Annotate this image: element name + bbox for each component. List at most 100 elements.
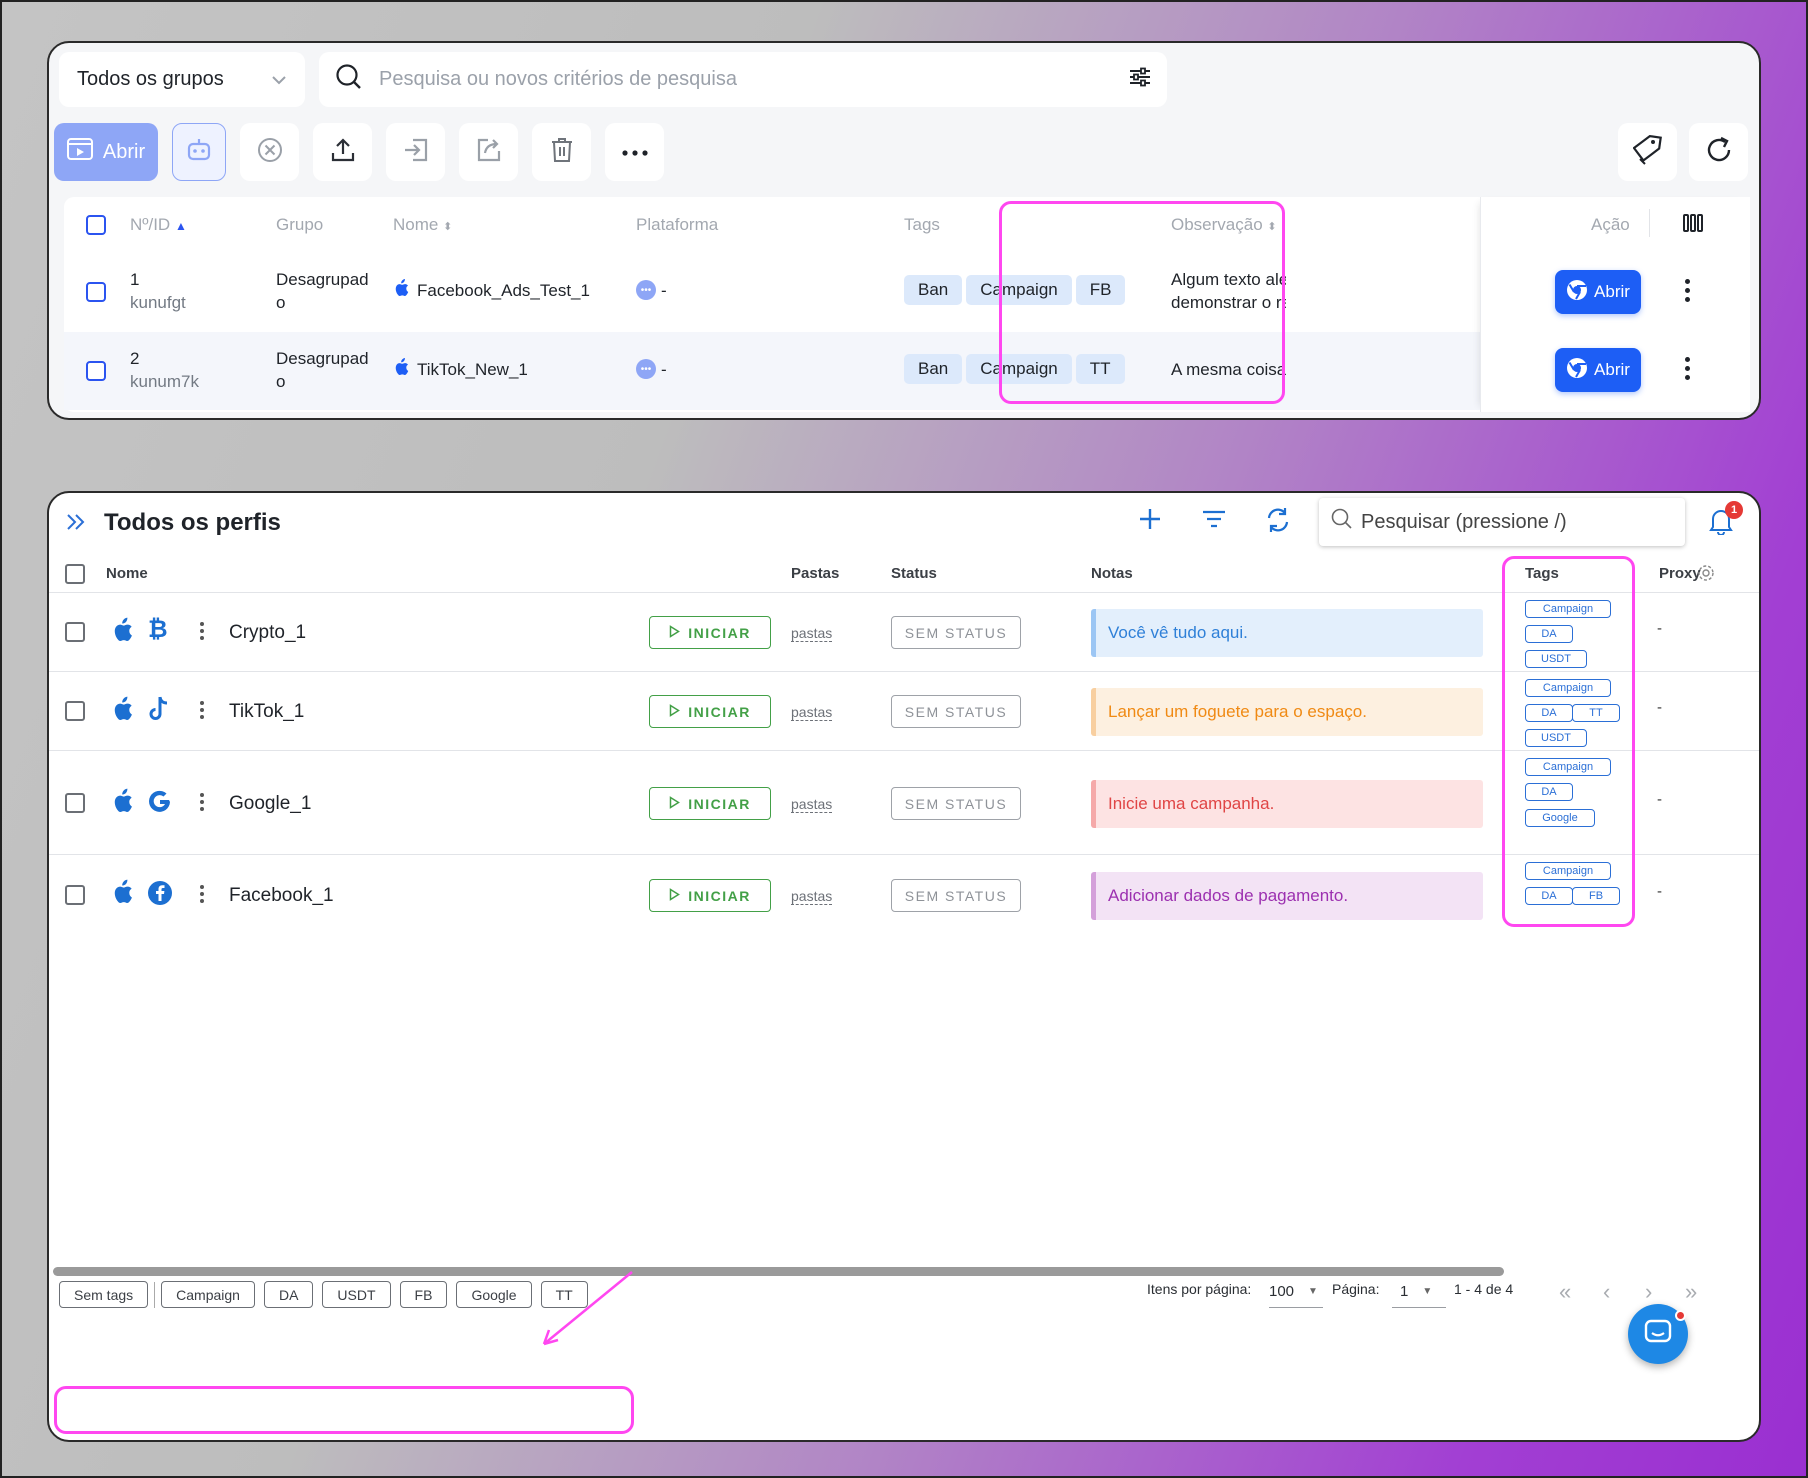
caret-down-icon: ▼	[1422, 1286, 1433, 1297]
folders-link[interactable]: pastas	[791, 888, 833, 905]
search-bar[interactable]: Pesquisa ou novos critérios de pesquisa	[319, 52, 1167, 107]
note[interactable]: Inicie uma campanha.	[1091, 780, 1483, 828]
folders-link[interactable]: pastas	[791, 796, 833, 813]
facebook-icon	[147, 880, 173, 912]
group-select[interactable]: Todos os grupos	[59, 52, 305, 107]
profiles-table-header: Nome Pastas Status Notas Tags Proxy	[49, 557, 1759, 593]
col-observation[interactable]: Observação ⬍	[1171, 215, 1277, 235]
row-checkbox[interactable]	[65, 885, 85, 905]
tag-filter[interactable]: Google	[456, 1281, 532, 1308]
tag-filter[interactable]: FB	[399, 1281, 448, 1308]
note[interactable]: Lançar um foguete para o espaço.	[1091, 688, 1483, 736]
row-open-button[interactable]: Abrir	[1555, 348, 1641, 392]
more-actions-button[interactable]	[605, 123, 664, 181]
upload-button[interactable]	[313, 123, 372, 181]
browser-window-icon	[66, 138, 93, 166]
proxy-settings-icon[interactable]	[1697, 564, 1715, 586]
table-row[interactable]: Google_1 INICIAR pastas SEM STATUS Inici…	[49, 752, 1759, 855]
col-tags: Tags	[1525, 565, 1559, 582]
col-id[interactable]: Nº/ID ▲	[130, 215, 187, 235]
row-menu-icon[interactable]	[1684, 279, 1690, 302]
start-button[interactable]: INICIAR	[649, 695, 771, 728]
tag: FB	[1075, 275, 1126, 305]
move-to-group-button[interactable]	[386, 123, 445, 181]
last-page-icon[interactable]: »	[1685, 1279, 1697, 1305]
table-row[interactable]: ₿ Crypto_1 INICIAR pastas SEM STATUS Voc…	[49, 594, 1759, 672]
select-all-checkbox[interactable]	[65, 564, 85, 584]
folders-link[interactable]: pastas	[791, 625, 833, 642]
tag: Campaign	[966, 275, 1072, 305]
apple-icon	[393, 279, 409, 302]
proxy-value: -	[1657, 883, 1662, 900]
filter-sliders-icon[interactable]	[1129, 67, 1151, 93]
col-status: Status	[891, 565, 937, 582]
status-button[interactable]: SEM STATUS	[891, 879, 1021, 912]
tag-filter[interactable]: USDT	[322, 1281, 391, 1308]
row-menu-icon[interactable]	[200, 622, 204, 640]
sync-icon[interactable]	[1265, 507, 1291, 538]
profile-search[interactable]: Pesquisar (pressione /)	[1319, 498, 1685, 546]
status-button[interactable]: SEM STATUS	[891, 695, 1021, 728]
items-per-page-select[interactable]: 100 ▼	[1269, 1276, 1323, 1308]
tags-button[interactable]	[1618, 123, 1677, 181]
profile-search-input[interactable]: Pesquisar (pressione /)	[1361, 511, 1567, 534]
row-id: kunufgt	[130, 293, 186, 312]
select-all-checkbox[interactable]	[86, 215, 106, 235]
apple-icon	[111, 617, 133, 649]
row-platform: -	[661, 281, 667, 300]
row-obs-line2: demonstrar o recu	[1171, 293, 1286, 312]
share-button[interactable]	[459, 123, 518, 181]
search-input[interactable]: Pesquisa ou novos critérios de pesquisa	[379, 68, 1113, 91]
start-button[interactable]: INICIAR	[649, 787, 771, 820]
first-page-icon[interactable]: «	[1559, 1279, 1571, 1305]
row-checkbox[interactable]	[65, 701, 85, 721]
start-button[interactable]: INICIAR	[649, 616, 771, 649]
open-button[interactable]: Abrir	[54, 123, 158, 181]
row-checkbox[interactable]	[86, 282, 106, 302]
column-divider	[1649, 209, 1650, 237]
status-button[interactable]: SEM STATUS	[891, 787, 1021, 820]
tag: Ban	[904, 275, 963, 305]
tag-filter-none[interactable]: Sem tags	[59, 1281, 149, 1308]
tag-filter[interactable]: DA	[263, 1281, 314, 1308]
play-icon	[669, 703, 681, 720]
close-browser-button[interactable]	[240, 123, 299, 181]
horizontal-scrollbar[interactable]	[53, 1267, 1504, 1276]
chrome-icon	[1566, 279, 1588, 306]
note[interactable]: Adicionar dados de pagamento.	[1091, 872, 1483, 920]
next-page-icon[interactable]: ›	[1645, 1279, 1652, 1305]
row-menu-icon[interactable]	[200, 885, 204, 903]
tag: TT	[1572, 704, 1620, 722]
row-menu-icon[interactable]	[200, 793, 204, 811]
profile-name: Crypto_1	[229, 622, 307, 643]
apple-icon	[111, 788, 133, 820]
page-select[interactable]: 1 ▼	[1392, 1276, 1446, 1308]
delete-button[interactable]	[532, 123, 591, 181]
row-checkbox[interactable]	[65, 793, 85, 813]
row-menu-icon[interactable]	[1684, 357, 1690, 380]
page-range: 1 - 4 de 4	[1454, 1281, 1514, 1297]
prev-page-icon[interactable]: ‹	[1603, 1279, 1610, 1305]
note[interactable]: Você vê tudo aqui.	[1091, 609, 1483, 657]
chat-icon	[1644, 1319, 1672, 1350]
row-tags: Ban Campaign TT	[904, 354, 1129, 384]
row-checkbox[interactable]	[65, 622, 85, 642]
automation-button[interactable]	[172, 123, 226, 181]
add-icon[interactable]	[1138, 507, 1162, 536]
columns-icon[interactable]	[1683, 214, 1703, 237]
filter-icon[interactable]	[1202, 507, 1226, 536]
col-name[interactable]: Nome ⬍	[393, 215, 452, 235]
refresh-button[interactable]	[1689, 123, 1748, 181]
status-button[interactable]: SEM STATUS	[891, 616, 1021, 649]
table-row[interactable]: TikTok_1 INICIAR pastas SEM STATUS Lança…	[49, 673, 1759, 751]
expand-sidebar-icon[interactable]	[65, 511, 87, 539]
start-button[interactable]: INICIAR	[649, 879, 771, 912]
table-row[interactable]: Facebook_1 INICIAR pastas SEM STATUS Adi…	[49, 856, 1759, 934]
notification-badge: 1	[1725, 501, 1743, 519]
tag: Campaign	[966, 354, 1072, 384]
row-checkbox[interactable]	[86, 361, 106, 381]
folders-link[interactable]: pastas	[791, 704, 833, 721]
tag-filter[interactable]: Campaign	[161, 1281, 255, 1308]
row-menu-icon[interactable]	[200, 701, 204, 719]
row-open-button[interactable]: Abrir	[1555, 270, 1641, 314]
